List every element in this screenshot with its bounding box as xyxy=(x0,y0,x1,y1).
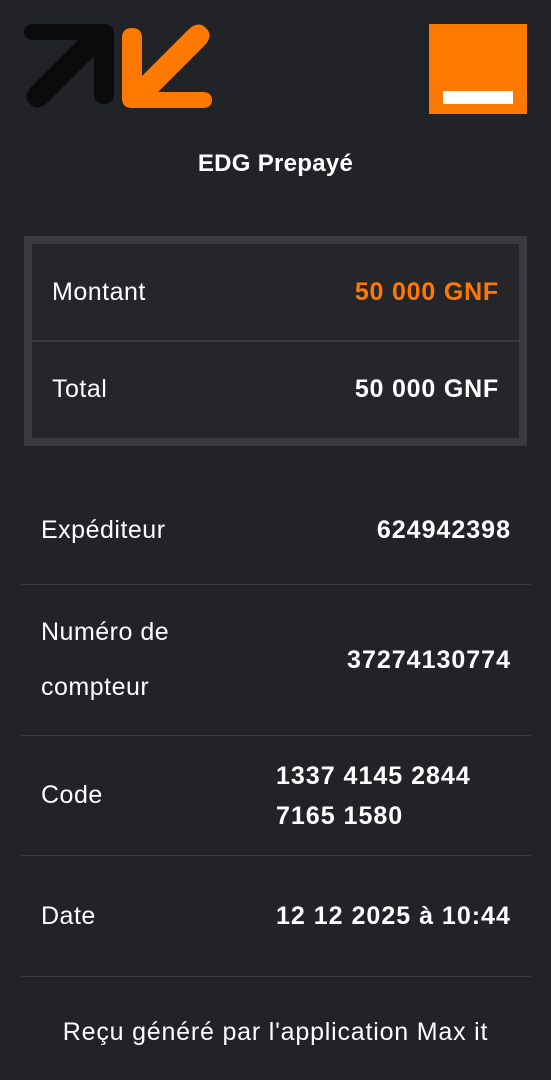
total-label: Total xyxy=(52,374,108,403)
code-row: Code 1337 4145 2844 7165 1580 xyxy=(21,736,531,856)
total-row: Total 50 000 GNF xyxy=(32,340,519,436)
compteur-row: Numéro de compteur 37274130774 xyxy=(21,585,531,736)
receipt-page: EDG Prepayé Montant 50 000 GNF Total 50 … xyxy=(0,0,551,1080)
orange-logo-bar xyxy=(443,91,513,104)
footer-note: Reçu généré par l'application Max it xyxy=(62,1018,489,1046)
montant-value: 50 000 GNF xyxy=(354,277,499,306)
page-title: EDG Prepayé xyxy=(197,150,354,177)
code-label: Code xyxy=(41,781,103,809)
montant-row: Montant 50 000 GNF xyxy=(32,244,519,340)
transaction-details: Expéditeur 624942398 Numéro de compteur … xyxy=(21,476,531,977)
total-value: 50 000 GNF xyxy=(354,374,499,403)
expediteur-label: Expéditeur xyxy=(41,515,166,544)
amount-summary: Montant 50 000 GNF Total 50 000 GNF xyxy=(24,236,527,446)
compteur-label: Numéro de compteur xyxy=(41,618,170,701)
date-row: Date 12 12 2025 à 10:44 xyxy=(21,856,531,977)
code-value: 1337 4145 2844 7165 1580 xyxy=(276,761,471,830)
max-it-arrows-icon xyxy=(24,24,212,109)
orange-logo xyxy=(429,24,527,114)
date-value: 12 12 2025 à 10:44 xyxy=(276,902,511,930)
amount-summary-inner: Montant 50 000 GNF Total 50 000 GNF xyxy=(32,244,519,438)
expediteur-value: 624942398 xyxy=(376,515,511,544)
expediteur-row: Expéditeur 624942398 xyxy=(21,476,531,585)
date-label: Date xyxy=(41,901,96,930)
compteur-value: 37274130774 xyxy=(347,645,511,674)
montant-label: Montant xyxy=(52,277,146,306)
